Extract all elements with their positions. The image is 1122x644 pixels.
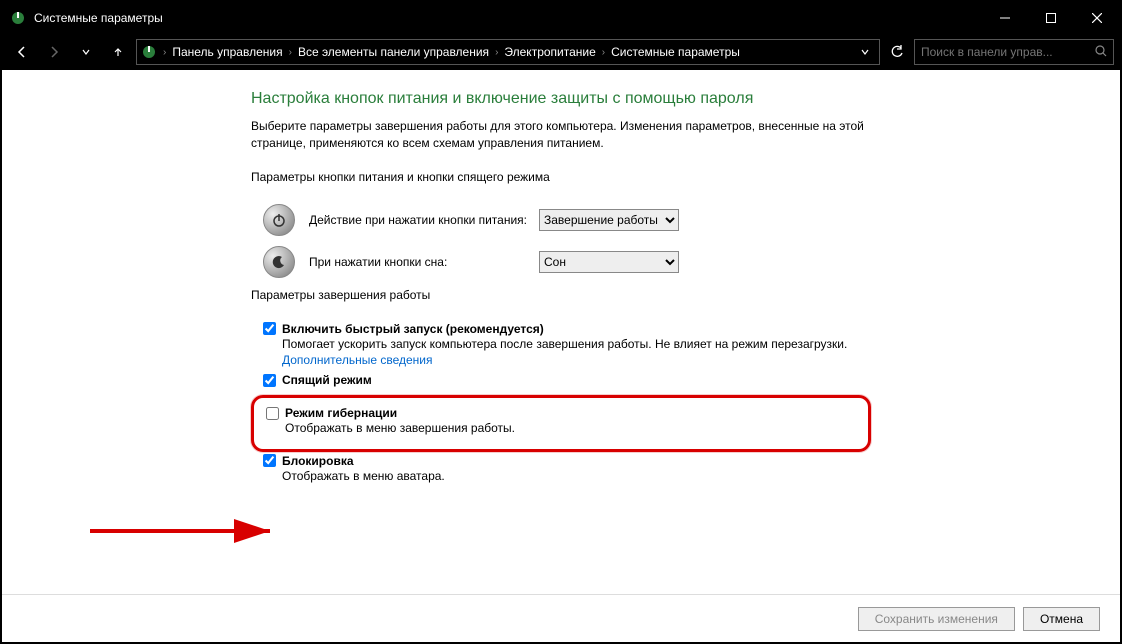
chevron-right-icon: › [602, 47, 605, 58]
window: Системные параметры › Панель управления … [0, 0, 1122, 644]
section-header-buttons: Параметры кнопки питания и кнопки спящег… [251, 170, 871, 184]
hibernate-label: Режим гибернации [285, 406, 397, 420]
app-icon [10, 10, 26, 26]
breadcrumb-item[interactable]: Системные параметры [607, 45, 744, 59]
fast-startup-block: Включить быстрый запуск (рекомендуется) … [251, 322, 871, 370]
hibernate-checkbox[interactable] [266, 407, 279, 420]
breadcrumb-icon [141, 44, 157, 60]
lock-checkbox[interactable] [263, 454, 276, 467]
lock-block: Блокировка Отображать в меню аватара. [251, 454, 871, 485]
search-input[interactable] [921, 45, 1095, 59]
chevron-right-icon: › [495, 47, 498, 58]
power-icon [263, 204, 295, 236]
sleep-mode-checkbox-row[interactable]: Спящий режим [263, 373, 871, 387]
power-button-select[interactable]: Завершение работы [539, 209, 679, 231]
content-area: Настройка кнопок питания и включение защ… [2, 70, 1120, 594]
maximize-button[interactable] [1028, 2, 1074, 34]
titlebar: Системные параметры [2, 2, 1120, 34]
minimize-button[interactable] [982, 2, 1028, 34]
hibernate-block: Режим гибернации Отображать в меню завер… [266, 406, 860, 437]
annotation-arrow [90, 516, 290, 546]
sleep-mode-checkbox[interactable] [263, 374, 276, 387]
chevron-right-icon: › [163, 47, 166, 58]
fast-startup-checkbox[interactable] [263, 322, 276, 335]
breadcrumb-item[interactable]: Все элементы панели управления [294, 45, 493, 59]
page-title: Настройка кнопок питания и включение защ… [251, 90, 871, 108]
fast-startup-desc: Помогает ускорить запуск компьютера посл… [263, 336, 871, 370]
sleep-icon [263, 246, 295, 278]
more-info-link[interactable]: Дополнительные сведения [282, 353, 432, 367]
footer: Сохранить изменения Отмена [2, 594, 1120, 642]
window-title: Системные параметры [34, 11, 982, 25]
sleep-button-select[interactable]: Сон [539, 251, 679, 273]
hibernate-checkbox-row[interactable]: Режим гибернации [266, 406, 860, 420]
chevron-right-icon: › [289, 47, 292, 58]
hibernate-desc: Отображать в меню завершения работы. [266, 420, 860, 437]
lock-desc: Отображать в меню аватара. [263, 468, 871, 485]
refresh-button[interactable] [884, 39, 910, 65]
close-button[interactable] [1074, 2, 1120, 34]
cancel-button[interactable]: Отмена [1023, 607, 1100, 631]
sleep-mode-block: Спящий режим Отображать в меню завершени… [251, 373, 871, 391]
fast-startup-label: Включить быстрый запуск (рекомендуется) [282, 322, 544, 336]
sleep-button-label: При нажатии кнопки сна: [309, 255, 539, 269]
breadcrumb-item[interactable]: Электропитание [500, 45, 599, 59]
breadcrumb[interactable]: › Панель управления › Все элементы панел… [136, 39, 880, 65]
navbar: › Панель управления › Все элементы панел… [2, 34, 1120, 70]
search-icon [1095, 45, 1107, 60]
forward-button[interactable] [40, 38, 68, 66]
breadcrumb-item[interactable]: Панель управления [168, 45, 286, 59]
page-description: Выберите параметры завершения работы для… [251, 118, 871, 152]
hibernate-highlight: Режим гибернации Отображать в меню завер… [251, 395, 871, 452]
section-header-shutdown: Параметры завершения работы [251, 288, 871, 302]
power-button-label: Действие при нажатии кнопки питания: [309, 213, 539, 227]
breadcrumb-history-dropdown[interactable] [855, 42, 875, 62]
back-button[interactable] [8, 38, 36, 66]
up-button[interactable] [104, 38, 132, 66]
lock-checkbox-row[interactable]: Блокировка [263, 454, 871, 468]
power-button-row: Действие при нажатии кнопки питания: Зав… [251, 204, 871, 236]
sleep-mode-label: Спящий режим [282, 373, 372, 387]
sleep-button-row: При нажатии кнопки сна: Сон [251, 246, 871, 278]
recent-dropdown[interactable] [72, 38, 100, 66]
save-button[interactable]: Сохранить изменения [858, 607, 1015, 631]
search-box[interactable] [914, 39, 1114, 65]
lock-label: Блокировка [282, 454, 354, 468]
fast-startup-checkbox-row[interactable]: Включить быстрый запуск (рекомендуется) [263, 322, 871, 336]
